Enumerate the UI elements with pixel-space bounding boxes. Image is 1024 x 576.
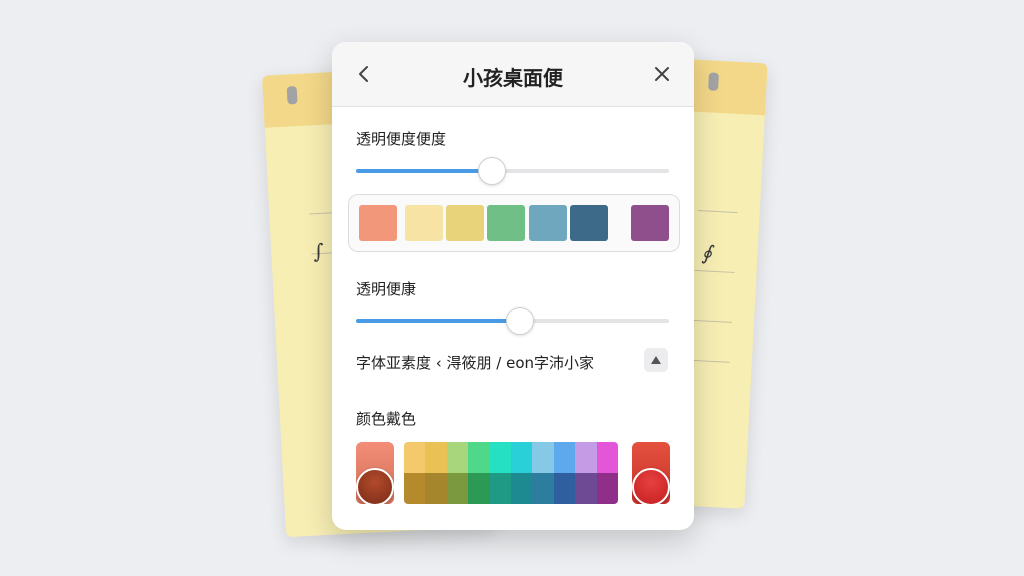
spectrum-cell[interactable]: [425, 488, 447, 504]
spectrum-cell[interactable]: [532, 473, 554, 489]
spectrum-cell[interactable]: [425, 442, 447, 458]
color-section-label: 颜色戴色: [356, 410, 417, 428]
spectrum-cell[interactable]: [575, 442, 597, 458]
spectrum-column[interactable]: [575, 442, 597, 504]
selected-color-swatch-right[interactable]: [632, 442, 670, 504]
spectrum-column[interactable]: [468, 442, 490, 504]
color-swatch[interactable]: [631, 205, 669, 241]
color-swatch[interactable]: [529, 205, 567, 241]
slider-fill: [356, 169, 491, 173]
spectrum-cell[interactable]: [596, 473, 618, 489]
color-palette: [348, 194, 680, 252]
transparency-label: 透明便康: [356, 280, 417, 298]
color-swatch[interactable]: [359, 205, 397, 241]
slider-fill: [356, 319, 519, 323]
panel-title: 小孩桌面便: [463, 66, 563, 90]
spectrum-cell[interactable]: [532, 442, 554, 458]
handwriting-mark: ∮: [700, 240, 713, 265]
spectrum-cell[interactable]: [468, 473, 490, 489]
spectrum-column[interactable]: [404, 442, 426, 504]
handwriting-mark: ∫: [312, 238, 325, 264]
spectrum-column[interactable]: [446, 442, 469, 504]
font-size-row[interactable]: 字体亚素度 ‹ 淂筱朋 / eon字沛小家: [356, 352, 594, 373]
color-spectrum-grid[interactable]: [404, 442, 618, 504]
color-dot: [632, 468, 670, 504]
spectrum-column[interactable]: [596, 442, 618, 504]
close-icon[interactable]: [648, 60, 676, 88]
pin-icon: [708, 72, 719, 91]
note-line: [689, 359, 730, 363]
spectrum-cell[interactable]: [596, 457, 618, 473]
spectrum-cell[interactable]: [532, 457, 554, 473]
color-swatch[interactable]: [405, 205, 443, 241]
color-swatch[interactable]: [570, 205, 608, 241]
spectrum-cell[interactable]: [511, 457, 533, 473]
spectrum-cell[interactable]: [596, 442, 618, 458]
color-dot: [356, 468, 394, 504]
spectrum-cell[interactable]: [489, 442, 512, 458]
color-swatch[interactable]: [487, 205, 525, 241]
spectrum-cell[interactable]: [446, 442, 469, 458]
opacity-slider[interactable]: [356, 157, 669, 185]
sticky-settings-panel: 小孩桌面便 透明便度便度 透明便康 字体亚素度 ‹ 淂筱朋 / eon字沛小家 …: [332, 42, 694, 530]
spectrum-cell[interactable]: [553, 457, 576, 473]
spectrum-cell[interactable]: [425, 473, 447, 489]
spectrum-cell[interactable]: [575, 488, 597, 504]
slider-thumb[interactable]: [505, 307, 534, 335]
spectrum-cell[interactable]: [596, 488, 618, 504]
spectrum-cell[interactable]: [489, 473, 512, 489]
note-line: [691, 319, 732, 323]
color-swatch[interactable]: [446, 205, 484, 241]
slider-thumb[interactable]: [477, 157, 506, 185]
spectrum-cell[interactable]: [425, 457, 447, 473]
spectrum-cell[interactable]: [532, 488, 554, 504]
spectrum-cell[interactable]: [575, 457, 597, 473]
spectrum-cell[interactable]: [468, 488, 490, 504]
spectrum-cell[interactable]: [553, 442, 576, 458]
spectrum-cell[interactable]: [404, 442, 426, 458]
spectrum-cell[interactable]: [404, 457, 426, 473]
panel-header: 小孩桌面便: [332, 42, 694, 107]
spectrum-cell[interactable]: [468, 457, 490, 473]
opacity-label: 透明便度便度: [356, 130, 447, 148]
transparency-slider[interactable]: [356, 307, 669, 335]
spectrum-cell[interactable]: [553, 488, 576, 504]
spectrum-cell[interactable]: [511, 473, 533, 489]
spectrum-cell[interactable]: [553, 473, 576, 489]
spectrum-cell[interactable]: [489, 457, 512, 473]
spectrum-column[interactable]: [489, 442, 512, 504]
spectrum-column[interactable]: [553, 442, 576, 504]
spectrum-cell[interactable]: [511, 442, 533, 458]
spectrum-cell[interactable]: [511, 488, 533, 504]
note-line: [694, 269, 735, 273]
note-line: [697, 209, 738, 214]
spectrum-cell[interactable]: [489, 488, 512, 504]
selected-color-swatch-left[interactable]: [356, 442, 394, 504]
pin-icon: [286, 86, 298, 105]
spectrum-cell[interactable]: [404, 488, 426, 504]
spectrum-column[interactable]: [425, 442, 447, 504]
spectrum-column[interactable]: [532, 442, 554, 504]
spectrum-cell[interactable]: [575, 473, 597, 489]
spectrum-cell[interactable]: [404, 473, 426, 489]
arrow-up-icon[interactable]: [644, 348, 668, 372]
spectrum-cell[interactable]: [446, 488, 469, 504]
spectrum-cell[interactable]: [446, 457, 469, 473]
spectrum-column[interactable]: [511, 442, 533, 504]
spectrum-cell[interactable]: [468, 442, 490, 458]
spectrum-cell[interactable]: [446, 473, 469, 489]
